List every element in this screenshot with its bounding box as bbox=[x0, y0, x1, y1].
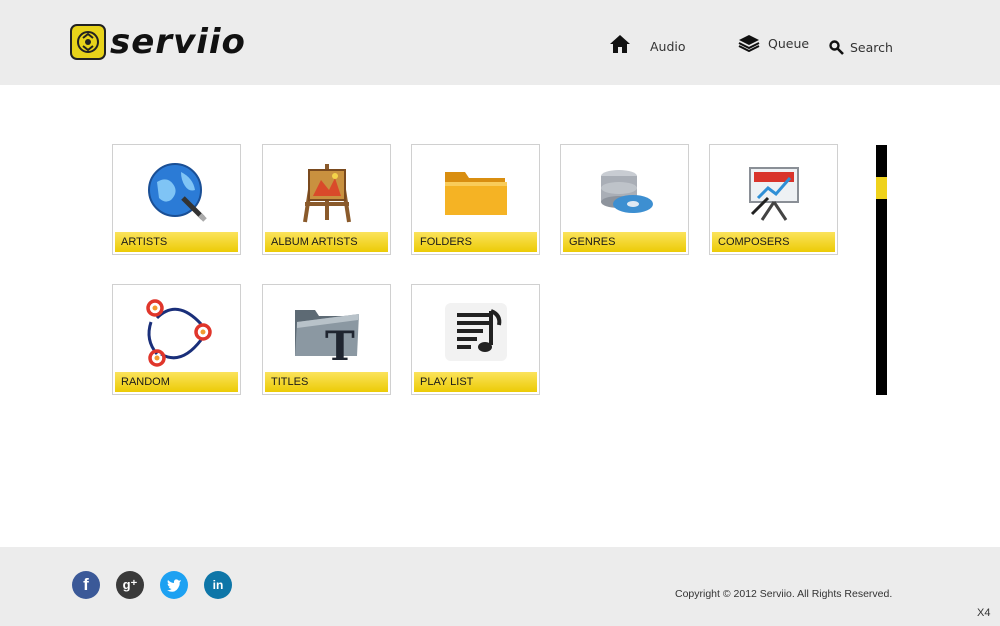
tile-titles[interactable]: T TITLES bbox=[262, 284, 391, 395]
globe-with-pen-icon bbox=[113, 153, 240, 231]
serviio-badge-icon bbox=[70, 24, 106, 60]
tile-label: ARTISTS bbox=[115, 232, 238, 252]
tile-album-artists[interactable]: ALBUM ARTISTS bbox=[262, 144, 391, 255]
facebook-icon[interactable]: f bbox=[72, 571, 100, 599]
footer bbox=[0, 547, 1000, 626]
top-bar: serviio Audio Queue Search bbox=[0, 0, 1000, 85]
house-icon bbox=[609, 34, 631, 54]
database-disc-icon bbox=[561, 153, 688, 231]
home-button[interactable] bbox=[609, 34, 631, 54]
easel-painting-icon bbox=[263, 153, 390, 231]
nav-audio[interactable]: Audio bbox=[650, 39, 686, 54]
nav-audio-label: Audio bbox=[650, 39, 686, 54]
tile-label: TITLES bbox=[265, 372, 388, 392]
nav-queue[interactable]: Queue bbox=[738, 34, 809, 52]
folder-icon bbox=[412, 153, 539, 231]
logo-wordmark: serviio bbox=[110, 22, 246, 62]
tile-composers[interactable]: COMPOSERS bbox=[709, 144, 838, 255]
google-plus-glyph: g⁺ bbox=[122, 577, 138, 592]
tile-folders[interactable]: FOLDERS bbox=[411, 144, 540, 255]
facebook-glyph: f bbox=[83, 575, 89, 594]
playlist-note-icon bbox=[412, 293, 539, 371]
scrollbar-thumb[interactable] bbox=[876, 177, 887, 199]
corner-label: X4 bbox=[977, 607, 991, 619]
presentation-board-icon bbox=[710, 153, 837, 231]
nav-search-label: Search bbox=[850, 40, 893, 55]
tile-label: FOLDERS bbox=[414, 232, 537, 252]
linkedin-glyph: in bbox=[212, 578, 224, 592]
svg-text:T: T bbox=[325, 323, 355, 364]
nav-queue-label: Queue bbox=[768, 35, 810, 51]
stack-layers-icon bbox=[738, 34, 760, 52]
tile-label: GENRES bbox=[563, 232, 686, 252]
twitter-icon[interactable] bbox=[160, 571, 188, 599]
folder-text-icon: T bbox=[263, 293, 390, 371]
tile-genres[interactable]: GENRES bbox=[560, 144, 689, 255]
tile-artists[interactable]: ARTISTS bbox=[112, 144, 241, 255]
tile-label: RANDOM bbox=[115, 372, 238, 392]
random-cycle-icon bbox=[113, 293, 240, 371]
google-plus-icon[interactable]: g⁺ bbox=[116, 571, 144, 599]
twitter-bird-icon bbox=[167, 579, 181, 592]
copyright-text: Copyright © 2012 Serviio. All Rights Res… bbox=[675, 588, 893, 600]
linkedin-icon[interactable]: in bbox=[204, 571, 232, 599]
tile-label: COMPOSERS bbox=[712, 232, 835, 252]
tile-label: ALBUM ARTISTS bbox=[265, 232, 388, 252]
serviio-logo[interactable]: serviio bbox=[70, 24, 246, 60]
nav-search[interactable]: Search bbox=[829, 40, 893, 55]
tile-random[interactable]: RANDOM bbox=[112, 284, 241, 395]
tile-label: PLAY LIST bbox=[414, 372, 537, 392]
magnifier-icon bbox=[829, 40, 844, 55]
vertical-scrollbar[interactable] bbox=[876, 145, 887, 395]
tile-play-list[interactable]: PLAY LIST bbox=[411, 284, 540, 395]
